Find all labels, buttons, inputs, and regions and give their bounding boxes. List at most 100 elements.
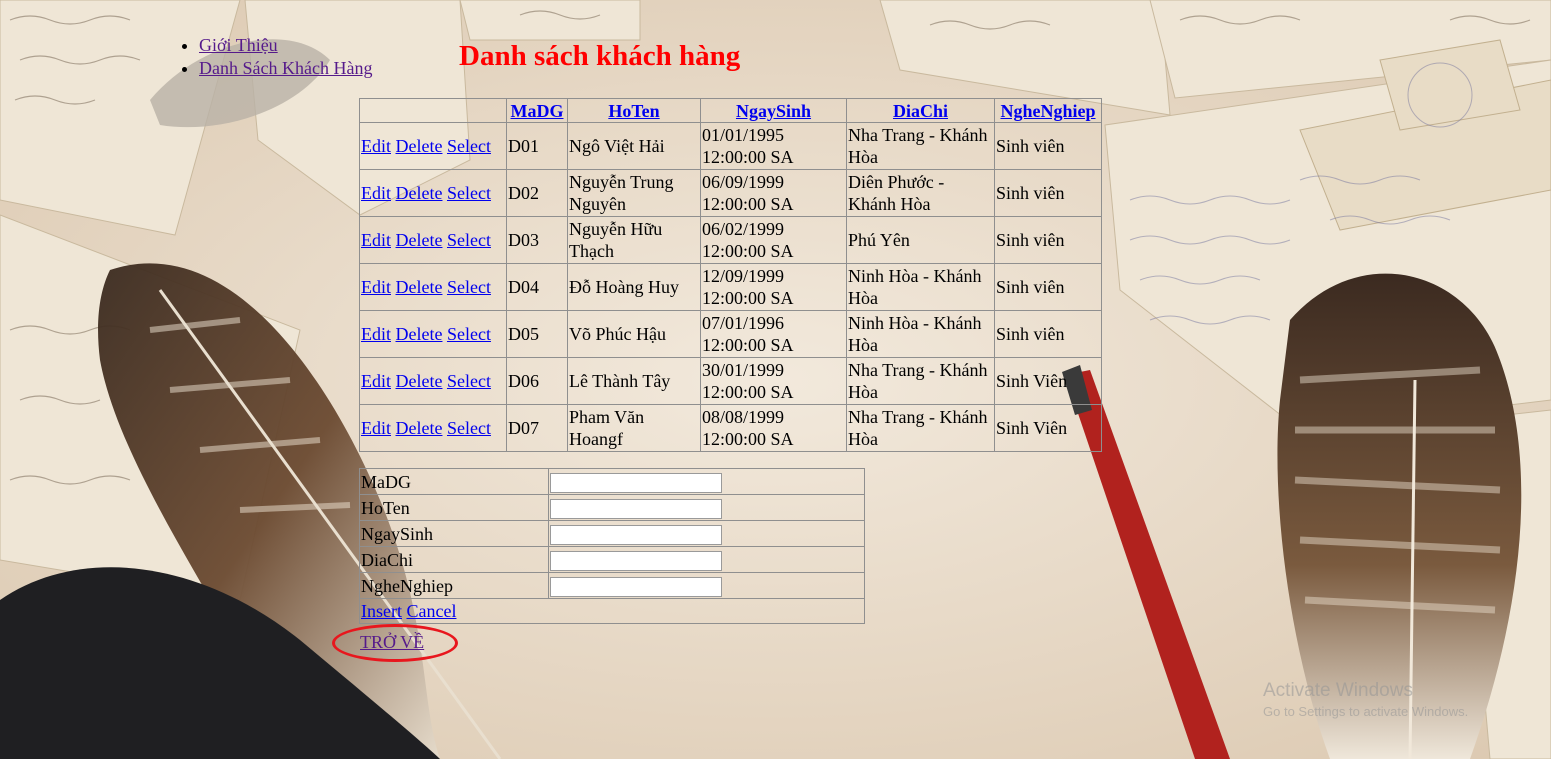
cell-ngaysinh: 12/09/1999 12:00:00 SA — [700, 263, 847, 311]
cancel-link[interactable]: Cancel — [406, 601, 456, 621]
delete-link[interactable]: Delete — [396, 136, 443, 156]
cell-madg: D01 — [506, 122, 568, 170]
ngaysinh-input[interactable] — [550, 525, 722, 545]
cell-hoten: Lê Thành Tây — [567, 357, 701, 405]
cell-madg: D06 — [506, 357, 568, 405]
sort-link-diachi[interactable]: DiaChi — [893, 101, 948, 121]
customer-grid: MaDG HoTen NgaySinh DiaChi NgheNghiep Ed… — [359, 98, 1102, 452]
cell-diachi: Ninh Hòa - Khánh Hòa — [846, 263, 995, 311]
nav-link-gioi-thieu[interactable]: Giới Thiệu — [199, 35, 278, 55]
row-commands: Edit Delete Select — [359, 263, 507, 311]
form-row-ngaysinh: NgaySinh — [359, 520, 865, 547]
cell-nghenghiep: Sinh viên — [994, 216, 1102, 264]
grid-header-commands — [359, 98, 507, 123]
madg-input[interactable] — [550, 473, 722, 493]
cell-madg: D02 — [506, 169, 568, 217]
select-link[interactable]: Select — [447, 136, 491, 156]
grid-header-hoten: HoTen — [567, 98, 701, 123]
cell-ngaysinh: 01/01/1995 12:00:00 SA — [700, 122, 847, 170]
cell-ngaysinh: 07/01/1996 12:00:00 SA — [700, 310, 847, 358]
delete-link[interactable]: Delete — [396, 418, 443, 438]
cell-ngaysinh: 08/08/1999 12:00:00 SA — [700, 404, 847, 452]
edit-link[interactable]: Edit — [361, 371, 391, 391]
cell-hoten: Võ Phúc Hậu — [567, 310, 701, 358]
delete-link[interactable]: Delete — [396, 183, 443, 203]
nav-link-danh-sach-khach-hang[interactable]: Danh Sách Khách Hàng — [199, 58, 372, 78]
field-cell — [548, 546, 865, 573]
delete-link[interactable]: Delete — [396, 371, 443, 391]
label-madg: MaDG — [359, 468, 549, 495]
form-actions-row: Insert Cancel — [359, 598, 865, 624]
edit-link[interactable]: Edit — [361, 277, 391, 297]
select-link[interactable]: Select — [447, 183, 491, 203]
cell-diachi: Nha Trang - Khánh Hòa — [846, 404, 995, 452]
diachi-input[interactable] — [550, 551, 722, 571]
cell-ngaysinh: 06/02/1999 12:00:00 SA — [700, 216, 847, 264]
form-row-madg: MaDG — [359, 468, 865, 495]
delete-link[interactable]: Delete — [396, 324, 443, 344]
edit-link[interactable]: Edit — [361, 183, 391, 203]
table-row: Edit Delete Select D04 Đỗ Hoàng Huy 12/0… — [359, 263, 1102, 311]
cell-diachi: Nha Trang - Khánh Hòa — [846, 122, 995, 170]
form-row-diachi: DiaChi — [359, 546, 865, 573]
label-ngaysinh: NgaySinh — [359, 520, 549, 547]
field-cell — [548, 572, 865, 599]
edit-link[interactable]: Edit — [361, 324, 391, 344]
cell-diachi: Nha Trang - Khánh Hòa — [846, 357, 995, 405]
cell-hoten: Đỗ Hoàng Huy — [567, 263, 701, 311]
cell-nghenghiep: Sinh viên — [994, 169, 1102, 217]
select-link[interactable]: Select — [447, 371, 491, 391]
cell-ngaysinh: 30/01/1999 12:00:00 SA — [700, 357, 847, 405]
field-cell — [548, 520, 865, 547]
cell-nghenghiep: Sinh Viên — [994, 357, 1102, 405]
table-row: Edit Delete Select D01 Ngô Việt Hải 01/0… — [359, 122, 1102, 170]
row-commands: Edit Delete Select — [359, 169, 507, 217]
highlight-circle — [332, 624, 458, 662]
delete-link[interactable]: Delete — [396, 277, 443, 297]
row-commands: Edit Delete Select — [359, 357, 507, 405]
form-actions: Insert Cancel — [359, 598, 865, 624]
select-link[interactable]: Select — [447, 418, 491, 438]
cell-madg: D07 — [506, 404, 568, 452]
sort-link-nghenghiep[interactable]: NgheNghiep — [1000, 101, 1095, 121]
side-nav: Giới Thiệu Danh Sách Khách Hàng — [150, 34, 409, 80]
select-link[interactable]: Select — [447, 277, 491, 297]
sort-link-hoten[interactable]: HoTen — [608, 101, 659, 121]
select-link[interactable]: Select — [447, 230, 491, 250]
cell-hoten: Ngô Việt Hải — [567, 122, 701, 170]
cell-hoten: Nguyễn Hữu Thạch — [567, 216, 701, 264]
grid-header-nghenghiep: NgheNghiep — [994, 98, 1102, 123]
cell-hoten: Pham Văn Hoangf — [567, 404, 701, 452]
table-row: Edit Delete Select D06 Lê Thành Tây 30/0… — [359, 357, 1102, 405]
sort-link-ngaysinh[interactable]: NgaySinh — [736, 101, 811, 121]
label-nghenghiep: NgheNghiep — [359, 572, 549, 599]
form-row-hoten: HoTen — [359, 494, 865, 521]
edit-link[interactable]: Edit — [361, 136, 391, 156]
cell-nghenghiep: Sinh viên — [994, 122, 1102, 170]
insert-form: MaDG HoTen NgaySinh DiaChi NgheNghiep In… — [359, 468, 865, 624]
row-commands: Edit Delete Select — [359, 122, 507, 170]
table-row: Edit Delete Select D02 Nguyễn Trung Nguy… — [359, 169, 1102, 217]
cell-madg: D05 — [506, 310, 568, 358]
table-row: Edit Delete Select D03 Nguyễn Hữu Thạch … — [359, 216, 1102, 264]
label-hoten: HoTen — [359, 494, 549, 521]
cell-ngaysinh: 06/09/1999 12:00:00 SA — [700, 169, 847, 217]
row-commands: Edit Delete Select — [359, 216, 507, 264]
edit-link[interactable]: Edit — [361, 230, 391, 250]
insert-link[interactable]: Insert — [361, 601, 402, 621]
form-row-nghenghiep: NgheNghiep — [359, 572, 865, 599]
grid-header-row: MaDG HoTen NgaySinh DiaChi NgheNghiep — [359, 98, 1102, 123]
sort-link-madg[interactable]: MaDG — [511, 101, 564, 121]
edit-link[interactable]: Edit — [361, 418, 391, 438]
label-diachi: DiaChi — [359, 546, 549, 573]
grid-header-ngaysinh: NgaySinh — [700, 98, 847, 123]
nav-item-danh-sach-khach-hang: Danh Sách Khách Hàng — [199, 57, 409, 80]
cell-nghenghiep: Sinh Viên — [994, 404, 1102, 452]
nghenghiep-input[interactable] — [550, 577, 722, 597]
nav-item-gioi-thieu: Giới Thiệu — [199, 34, 409, 57]
select-link[interactable]: Select — [447, 324, 491, 344]
hoten-input[interactable] — [550, 499, 722, 519]
delete-link[interactable]: Delete — [396, 230, 443, 250]
cell-diachi: Phú Yên — [846, 216, 995, 264]
windows-activation-watermark: Activate Windows Go to Settings to activ… — [1263, 680, 1468, 719]
